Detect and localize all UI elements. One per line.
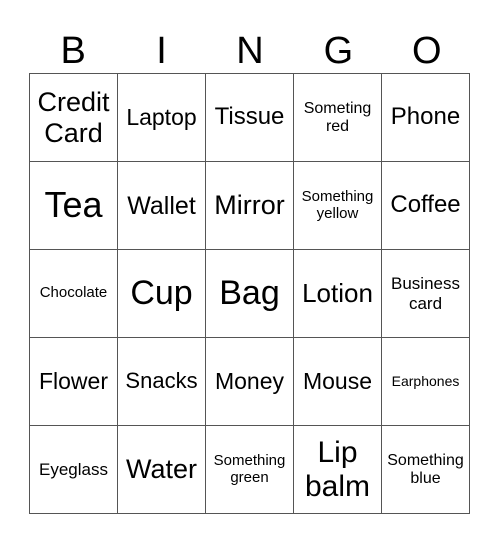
bingo-cell[interactable]: Cup (117, 249, 206, 338)
header-letter-i: I (156, 30, 167, 72)
bingo-row: Tea Wallet Mirror Something yellow Coffee (29, 161, 470, 250)
bingo-cell[interactable]: Lip balm (293, 425, 382, 514)
bingo-cell[interactable]: Coffee (381, 161, 470, 250)
bingo-cell[interactable]: Snacks (117, 337, 206, 426)
bingo-cell[interactable]: Flower (29, 337, 118, 426)
bingo-row: Credit Card Laptop Tissue Someting red Phone (29, 73, 470, 162)
bingo-cell[interactable]: Bag (205, 249, 294, 338)
bingo-cell[interactable]: Water (117, 425, 206, 514)
bingo-row: Flower Snacks Money Mouse Earphones (29, 337, 470, 426)
bingo-cell[interactable]: Tissue (205, 73, 294, 162)
bingo-cell[interactable]: Laptop (117, 73, 206, 162)
bingo-cell[interactable]: Wallet (117, 161, 206, 250)
bingo-row: Eyeglass Water Something green Lip balm Some… (29, 425, 470, 514)
bingo-cell[interactable]: Tea (29, 161, 118, 250)
header-letter-n: N (236, 30, 264, 72)
bingo-header: BINGO (29, 28, 471, 74)
bingo-cell[interactable]: Chocolate (29, 249, 118, 338)
bingo-cell[interactable]: Something yellow (293, 161, 382, 250)
bingo-cell[interactable]: Mouse (293, 337, 382, 426)
header-letter-g: G (323, 30, 354, 72)
bingo-row: Chocolate Cup Bag Lotion Business card (29, 249, 470, 338)
bingo-grid: Credit Card Laptop Tissue Someting red Phone… (29, 73, 470, 514)
bingo-cell[interactable]: Something green (205, 425, 294, 514)
bingo-cell[interactable]: Lotion (293, 249, 382, 338)
bingo-cell[interactable]: Something blue (381, 425, 470, 514)
bingo-cell[interactable]: Phone (381, 73, 470, 162)
bingo-cell[interactable]: Business card (381, 249, 470, 338)
bingo-cell[interactable]: Eyeglass (29, 425, 118, 514)
bingo-cell[interactable]: Credit Card (29, 73, 118, 162)
bingo-cell[interactable]: Someting red (293, 73, 382, 162)
bingo-cell[interactable]: Mirror (205, 161, 294, 250)
header-letter-b: B (60, 30, 86, 72)
bingo-cell[interactable]: Earphones (381, 337, 470, 426)
bingo-cell[interactable]: Money (205, 337, 294, 426)
header-letter-o: O (411, 30, 442, 72)
